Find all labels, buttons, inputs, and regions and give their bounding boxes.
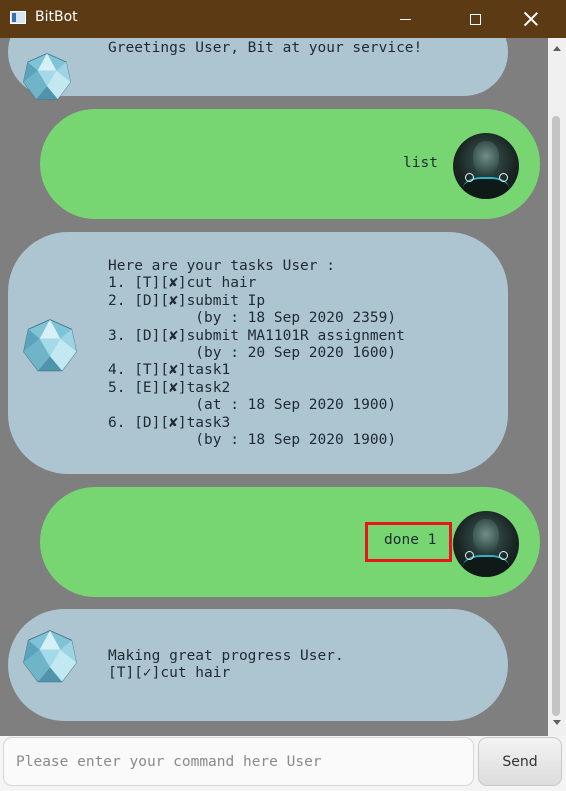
- crystal-gem-icon: [23, 319, 77, 372]
- bot-message-bubble: Greetings User, Bit at your service!: [8, 38, 508, 100]
- highlight-box: [365, 522, 452, 562]
- user-message-bubble: list: [40, 109, 540, 219]
- scrollbar-thumb[interactable]: [552, 116, 560, 716]
- window-title: BitBot: [35, 9, 78, 25]
- user-message-text: list: [403, 155, 438, 171]
- avatar-ring-right: [499, 551, 508, 560]
- avatar-ring-left: [465, 173, 474, 182]
- bot-message-bubble: Here are your tasks User : 1. [T][✘]cut …: [8, 232, 508, 474]
- maximize-button[interactable]: [452, 0, 498, 38]
- close-icon: [524, 12, 538, 26]
- minimize-icon: [399, 18, 411, 20]
- scroll-down-arrow-icon[interactable]: [553, 720, 561, 725]
- vertical-scrollbar[interactable]: [548, 38, 566, 736]
- crystal-gem-icon: [23, 630, 77, 683]
- avatar-ring-left: [465, 551, 474, 560]
- chat-scroll-pane[interactable]: Greetings User, Bit at your service! lis…: [0, 38, 548, 736]
- user-avatar: [453, 133, 519, 199]
- minimize-button[interactable]: [382, 0, 428, 38]
- task-list-text: Here are your tasks User : 1. [T][✘]cut …: [108, 258, 405, 449]
- bot-message-text: Greetings User, Bit at your service!: [108, 40, 423, 56]
- app-window-icon: [10, 11, 26, 24]
- scroll-up-arrow-icon[interactable]: [553, 46, 561, 51]
- avatar-ring-right: [499, 173, 508, 182]
- crystal-gem-icon: [23, 53, 71, 100]
- user-message-bubble: done 1: [40, 487, 540, 597]
- bot-message-bubble: Making great progress User. [T][✓]cut ha…: [8, 609, 508, 721]
- send-button[interactable]: Send: [478, 737, 562, 786]
- title-bar: BitBot: [0, 0, 566, 38]
- bot-message-text: Making great progress User. [T][✓]cut ha…: [108, 648, 344, 682]
- maximize-icon: [469, 13, 481, 25]
- user-avatar: [453, 511, 519, 577]
- command-input[interactable]: [3, 737, 474, 786]
- close-button[interactable]: [508, 0, 554, 38]
